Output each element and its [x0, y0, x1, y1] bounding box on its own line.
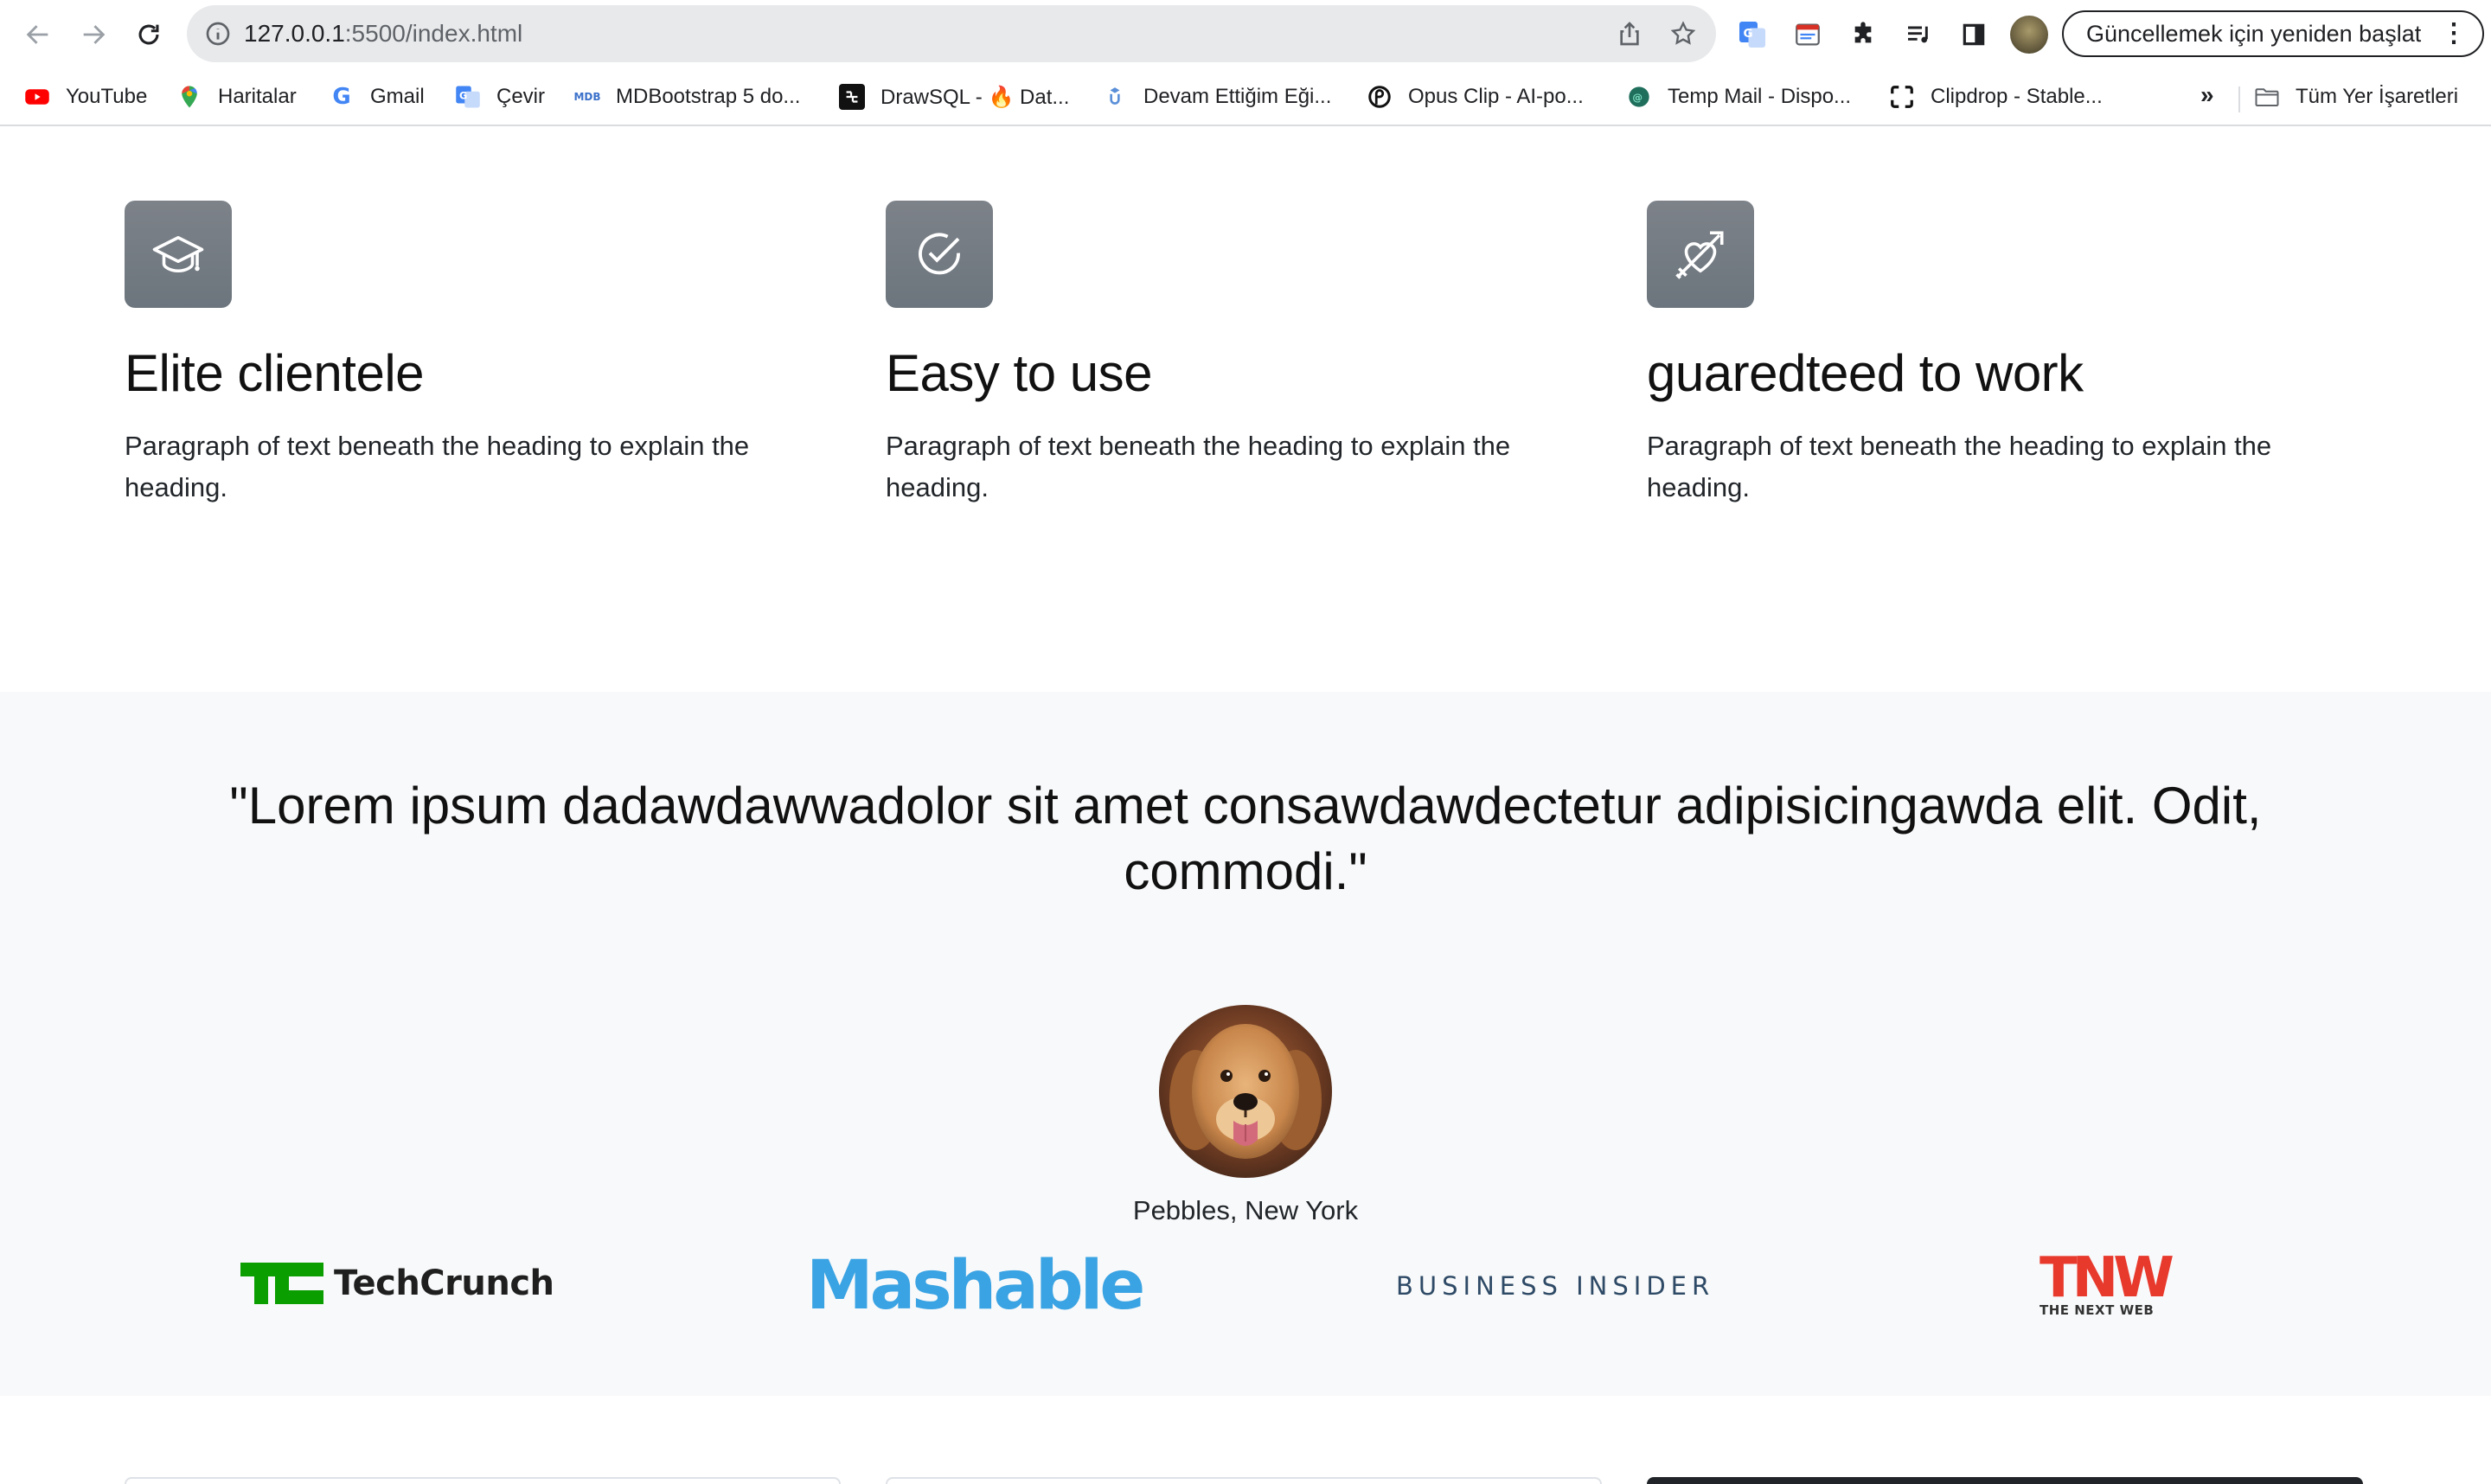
feature-text: Paragraph of text beneath the heading to…	[1647, 431, 2272, 502]
bookmark-mdbootstrap[interactable]: MDB MDBootstrap 5 do...	[573, 81, 801, 112]
tempmail-icon: @	[1626, 84, 1652, 110]
bookmark-label: Devam Ettiğim Eği...	[1143, 85, 1332, 108]
bookmark-clipdrop[interactable]: Clipdrop - Stable...	[1889, 81, 2103, 112]
feature-text: Paragraph of text beneath the heading to…	[125, 431, 750, 502]
bookmark-translate[interactable]: G Çevir	[455, 81, 545, 112]
bookmark-label: Tüm Yer İşaretleri	[2296, 85, 2459, 108]
bookmark-label: MDBootstrap 5 do...	[616, 85, 801, 108]
browser-toolbar: 127.0.0.1:5500/index.html G Güncellemek …	[0, 0, 2491, 69]
extension-window-icon[interactable]	[1790, 17, 1825, 52]
extensions-puzzle-icon[interactable]	[1846, 17, 1880, 52]
folder-icon	[2254, 84, 2280, 110]
testimonial-quote: "Lorem ipsum dadawdawwadolor sit amet co…	[229, 777, 2262, 900]
bookmark-label: Opus Clip - AI-po...	[1408, 85, 1584, 108]
forward-button[interactable]	[73, 14, 114, 55]
feature-guaranteed-to-work: guaredteed to work Paragraph of text ben…	[1647, 201, 2356, 509]
check-circle-icon	[919, 233, 960, 275]
bookmark-label: Clipdrop - Stable...	[1931, 85, 2103, 108]
bookmark-label: DrawSQL - 🔥 Dat...	[880, 85, 1070, 109]
arrow-left-icon	[26, 25, 48, 44]
mashable-wordmark: Mashable	[806, 1247, 1145, 1325]
site-info-icon[interactable]	[204, 20, 232, 48]
bookmark-label: Temp Mail - Dispo...	[1668, 85, 1852, 108]
clipdrop-icon	[1889, 84, 1915, 110]
bookmark-tempmail[interactable]: @ Temp Mail - Dispo...	[1626, 81, 1851, 112]
bookmark-drawsql[interactable]: DrawSQL - 🔥 Dat...	[839, 81, 1069, 112]
feature-elite-clientele: Elite clientele Paragraph of text beneat…	[125, 201, 834, 509]
reload-icon	[138, 24, 159, 45]
feature-title: Elite clientele	[125, 344, 425, 402]
tnw-logo: TNW THE NEXT WEB	[2040, 1246, 2174, 1318]
techcrunch-mark-icon	[240, 1263, 323, 1304]
bookmark-label: Gmail	[370, 85, 425, 108]
svg-text:G: G	[1744, 27, 1753, 41]
more-bookmarks-button[interactable]: »	[2200, 81, 2214, 109]
drawsql-icon	[839, 84, 865, 110]
share-icon[interactable]	[1616, 20, 1643, 48]
features-section: Elite clientele Paragraph of text beneat…	[0, 126, 2491, 692]
business-insider-logo: BUSINESS INSIDER	[1396, 1271, 1714, 1301]
bookmarks-divider	[2238, 86, 2240, 112]
google-translate-extension-icon[interactable]: G	[1735, 17, 1770, 52]
pricing-cards-section	[0, 1396, 2491, 1484]
bookmark-star-icon[interactable]	[1669, 20, 1697, 48]
opusclip-icon	[1367, 84, 1393, 110]
url-path: :5500/index.html	[344, 20, 523, 47]
url-host: 127.0.0.1	[244, 20, 345, 47]
bookmark-label: YouTube	[66, 85, 148, 108]
arrow-right-icon	[83, 25, 106, 44]
techcrunch-wordmark: TechCrunch	[334, 1263, 554, 1303]
maps-icon	[176, 84, 202, 110]
testimonial-author: Pebbles, New York	[1132, 1195, 1359, 1225]
testimonial-section: "Lorem ipsum dadawdawwadolor sit amet co…	[0, 692, 2491, 1396]
bookmark-label: Çevir	[496, 85, 546, 108]
back-button[interactable]	[17, 14, 59, 55]
bookmark-gmail[interactable]: G Gmail	[329, 81, 425, 112]
bookmark-udemy[interactable]: Devam Ettiğim Eği...	[1102, 81, 1331, 112]
translate-icon: G	[455, 84, 481, 110]
feature-easy-to-use: Easy to use Paragraph of text beneath th…	[886, 201, 1595, 509]
bookmark-opusclip[interactable]: Opus Clip - AI-po...	[1367, 81, 1584, 112]
feature-text: Paragraph of text beneath the heading to…	[886, 431, 1511, 502]
tnw-subtitle: THE NEXT WEB	[2040, 1302, 2155, 1318]
feature-title: guaredteed to work	[1647, 344, 2084, 402]
profile-avatar[interactable]	[2010, 16, 2048, 54]
mdb-icon: MDB	[573, 91, 601, 103]
address-bar[interactable]: 127.0.0.1:5500/index.html	[187, 5, 1716, 62]
side-panel-icon[interactable]	[1956, 17, 1991, 52]
bookmark-label: Haritalar	[218, 85, 297, 108]
feature-icon-box	[125, 201, 232, 308]
tnw-wordmark: TNW	[2040, 1246, 2174, 1310]
business-insider-wordmark: BUSINESS INSIDER	[1396, 1271, 1715, 1301]
youtube-icon	[24, 84, 50, 110]
google-icon: G	[332, 84, 351, 110]
relaunch-update-button[interactable]: Güncellemek için yeniden başlat ⋮	[2062, 10, 2484, 57]
bookmarks-bar: YouTube Haritalar G Gmail G Çevir MDB MD…	[0, 69, 2491, 126]
techcrunch-logo: TechCrunch	[240, 1263, 554, 1304]
svg-text:@: @	[1632, 92, 1643, 104]
mashable-logo: Mashable	[806, 1247, 1145, 1325]
relaunch-label: Güncellemek için yeniden başlat	[2086, 21, 2422, 47]
reload-button[interactable]	[128, 14, 170, 55]
bookmark-maps[interactable]: Haritalar	[176, 81, 297, 112]
media-controls-icon[interactable]	[1901, 17, 1936, 52]
feature-title: Easy to use	[886, 344, 1153, 402]
udemy-icon	[1102, 84, 1128, 110]
card-outline-featured	[1647, 1477, 2363, 1484]
heart-arrow-icon	[1675, 231, 1724, 279]
testimonial-avatar-dog	[1159, 1005, 1332, 1178]
graduation-cap-icon	[152, 235, 204, 273]
more-menu-icon[interactable]: ⋮	[2441, 12, 2467, 55]
card-outline	[886, 1477, 1602, 1484]
bookmark-youtube[interactable]: YouTube	[24, 81, 147, 112]
card-outline	[125, 1477, 841, 1484]
feature-icon-box	[886, 201, 993, 308]
feature-icon-box	[1647, 201, 1754, 308]
svg-text:G: G	[459, 91, 467, 102]
url-text[interactable]: 127.0.0.1:5500/index.html	[244, 20, 522, 48]
all-bookmarks-button[interactable]: Tüm Yer İşaretleri	[2254, 81, 2458, 112]
